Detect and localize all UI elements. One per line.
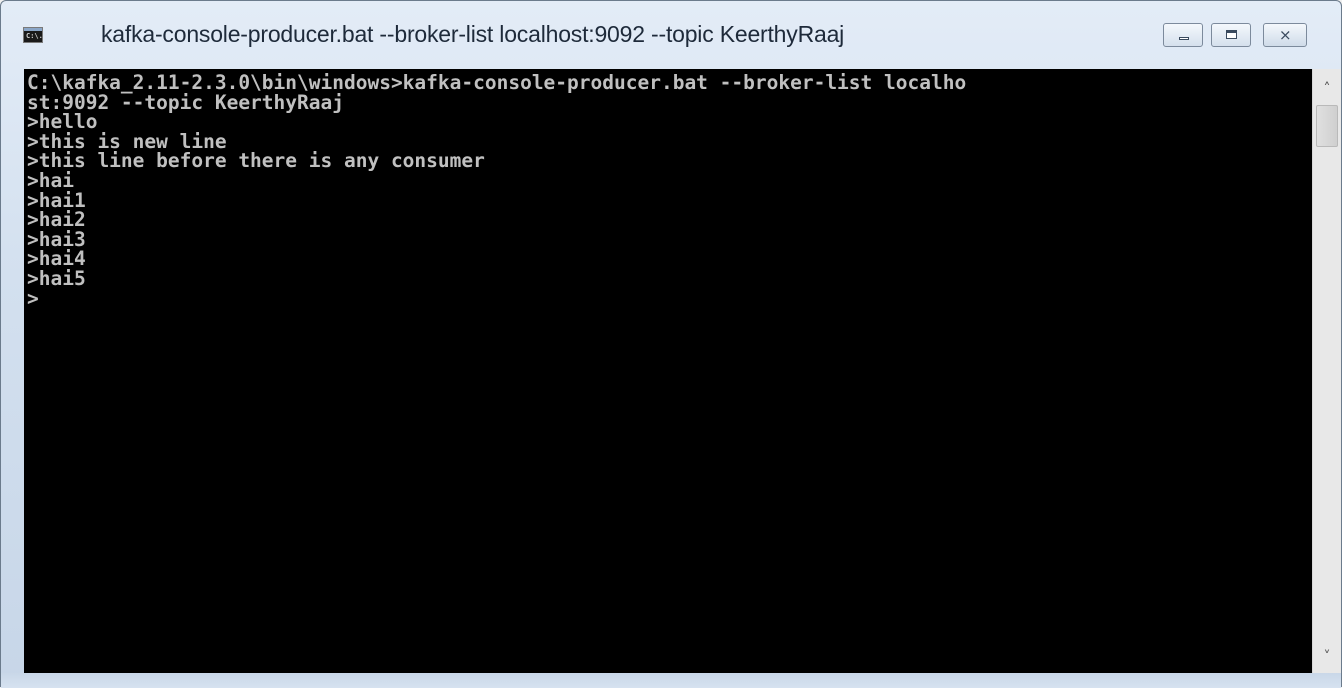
vertical-scrollbar[interactable]: ˄ ˅ xyxy=(1312,69,1341,673)
console-line: st:9092 --topic KeerthyRaaj xyxy=(27,90,344,114)
scroll-down-icon[interactable]: ˅ xyxy=(1313,643,1341,671)
console-line: >hai3 xyxy=(27,227,86,251)
console-output[interactable]: C:\kafka_2.11-2.3.0\bin\windows>kafka-co… xyxy=(24,69,1312,673)
console-line: >hai1 xyxy=(27,188,86,212)
window-bottom-border xyxy=(1,673,1341,688)
console-line: > xyxy=(27,286,39,310)
console-line: >hai4 xyxy=(27,247,86,271)
console-line: C:\kafka_2.11-2.3.0\bin\windows>kafka-co… xyxy=(27,71,967,94)
console-line: >hello xyxy=(27,110,98,134)
minimize-icon xyxy=(1179,37,1189,40)
window-title: kafka-console-producer.bat --broker-list… xyxy=(101,21,845,47)
title-bar[interactable]: C:\. kafka-console-producer.bat --broker… xyxy=(1,1,1341,65)
console-line: >hai xyxy=(27,168,74,192)
close-button[interactable]: ⨯ xyxy=(1263,23,1307,47)
console-line: >hai5 xyxy=(27,266,86,290)
console-line: >hai2 xyxy=(27,208,86,232)
scroll-up-icon[interactable]: ˄ xyxy=(1313,75,1341,103)
console-line: >this line before there is any consumer xyxy=(27,149,485,173)
maximize-icon xyxy=(1226,30,1237,39)
console-text: C:\kafka_2.11-2.3.0\bin\windows>kafka-co… xyxy=(24,69,1312,308)
cmd-icon[interactable]: C:\. xyxy=(23,27,43,43)
maximize-button[interactable] xyxy=(1211,23,1251,47)
scroll-thumb[interactable] xyxy=(1316,105,1338,147)
minimize-button[interactable] xyxy=(1163,23,1203,47)
cmd-icon-text: C:\. xyxy=(26,32,43,40)
close-icon: ⨯ xyxy=(1279,26,1292,44)
console-window: C:\. kafka-console-producer.bat --broker… xyxy=(0,0,1342,688)
